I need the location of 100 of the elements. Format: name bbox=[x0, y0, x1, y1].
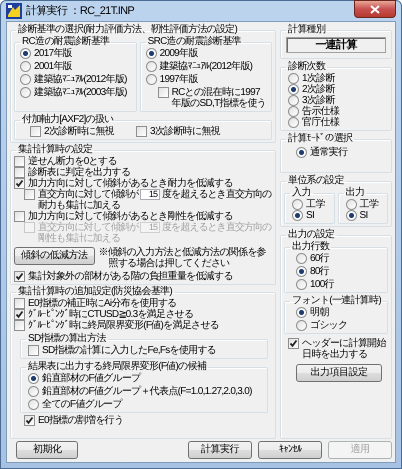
checkbox[interactable] bbox=[136, 126, 147, 137]
radio-label: 2次診断 bbox=[302, 84, 335, 95]
checkbox-label: 度を超えるとき直交方向の bbox=[162, 222, 272, 233]
radio-label: 2001年版 bbox=[34, 61, 72, 72]
radio-button[interactable] bbox=[20, 74, 31, 85]
radio-label: 工学 bbox=[306, 199, 325, 210]
radio-button[interactable] bbox=[288, 84, 299, 95]
radio-button[interactable] bbox=[146, 74, 157, 85]
radio-button[interactable] bbox=[296, 279, 307, 290]
radio-button[interactable] bbox=[346, 210, 356, 221]
app-icon bbox=[6, 3, 22, 19]
group-label: 結果表に出力する終局限界変形(F値)の候補 bbox=[27, 361, 208, 372]
group-label: 計算ﾓｰﾄﾞの選択 bbox=[287, 133, 354, 145]
checkbox[interactable] bbox=[14, 320, 25, 331]
checkbox[interactable] bbox=[14, 156, 25, 167]
radio-button[interactable] bbox=[28, 399, 39, 410]
group-label: 入力 bbox=[291, 187, 312, 199]
radio-button[interactable] bbox=[296, 307, 307, 318]
checkbox-label: RCとの混在時に1997年版のSD,T指標を使う bbox=[172, 87, 267, 109]
radio-label: 1次診断 bbox=[302, 73, 335, 84]
checkbox-label: 剛性も集計に加える bbox=[38, 233, 121, 244]
radio-label: 100行 bbox=[310, 279, 334, 290]
checkbox[interactable] bbox=[14, 309, 25, 320]
checkbox[interactable] bbox=[14, 298, 25, 309]
checkbox-label: 加力方向に対して傾斜があるとき耐力を低減する bbox=[28, 178, 233, 189]
group-label: 単位系の設定 bbox=[287, 175, 345, 186]
checkbox-label: 集計対象外の部材がある階の負担重量を低減する bbox=[28, 271, 233, 282]
radio-button[interactable] bbox=[296, 253, 307, 264]
checkbox[interactable] bbox=[288, 338, 299, 349]
radio-button[interactable] bbox=[28, 373, 39, 384]
radio-label: 60行 bbox=[310, 253, 330, 264]
radio-button[interactable] bbox=[146, 61, 157, 72]
radio-label: 工学 bbox=[360, 199, 378, 210]
group-label: SD指標の算出方法 bbox=[27, 333, 108, 344]
group-label: RC造の耐震診断基準 bbox=[21, 36, 110, 48]
radio-button[interactable] bbox=[146, 48, 157, 59]
group-label: 出力の設定 bbox=[287, 229, 336, 240]
radio-label: 2009年版 bbox=[160, 48, 198, 59]
group-label: 集計計算時の追加設定(防災協会基準) bbox=[17, 286, 174, 298]
checkbox-label: 診断表に判定を出力する bbox=[28, 167, 130, 178]
radio-label: 全てのF値グループ bbox=[42, 399, 122, 410]
radio-button[interactable] bbox=[20, 87, 31, 98]
group-label: 出力 bbox=[344, 187, 366, 199]
checkbox-label: 逆せん断力を0とする bbox=[28, 156, 117, 167]
radio-button[interactable] bbox=[292, 210, 303, 221]
checkbox[interactable] bbox=[14, 271, 25, 282]
radio-label: 明朝 bbox=[310, 307, 329, 318]
close-icon bbox=[370, 4, 380, 14]
radio-label: 告示仕様 bbox=[302, 106, 340, 117]
action-button[interactable]: ｷｬﾝｾﾙ bbox=[258, 441, 322, 459]
group-label: 診断次数 bbox=[287, 61, 326, 72]
group-label: 付加軸力[AXF2]の扱い bbox=[21, 114, 114, 126]
radio-button[interactable] bbox=[296, 266, 307, 277]
radio-label: 通常実行 bbox=[310, 147, 348, 158]
radio-label: 建築協ﾏﾆｭｱﾙ(2012年版) bbox=[34, 74, 127, 85]
checkbox[interactable] bbox=[158, 87, 169, 98]
checkbox[interactable] bbox=[14, 178, 25, 189]
radio-label: SI bbox=[306, 210, 314, 221]
radio-button[interactable] bbox=[296, 147, 307, 158]
angle-input-field[interactable]: 15 bbox=[140, 189, 160, 200]
checkbox-label: 耐力も集計に加える bbox=[38, 200, 120, 211]
radio-label: 3次診断 bbox=[302, 95, 335, 106]
radio-button[interactable] bbox=[292, 199, 303, 210]
checkbox-label: 加力方向に対して傾斜があるとき剛性を低減する bbox=[28, 211, 233, 222]
action-button[interactable]: 計算実行 bbox=[188, 441, 252, 459]
group-label: 出力行数 bbox=[291, 241, 330, 253]
radio-button[interactable] bbox=[28, 386, 39, 397]
reduction-method-button[interactable]: 傾斜の低減方法 bbox=[14, 247, 94, 265]
checkbox-label: 直交方向に対して傾斜が bbox=[38, 222, 138, 233]
radio-button[interactable] bbox=[288, 117, 299, 128]
radio-label: ゴシック bbox=[310, 320, 348, 331]
checkbox-label: ｸﾞﾙｰﾋﾟﾝｸﾞ時にCTUSD≧0.3を満足させる bbox=[28, 309, 194, 320]
radio-button[interactable] bbox=[20, 61, 31, 72]
radio-label: 鉛直部材のF値グループ bbox=[42, 373, 140, 384]
checkbox-label: E0指標の補正時にAi分布を使用する bbox=[28, 298, 177, 309]
checkbox-label: SD指標の計算に入力したFe,Fsを使用する bbox=[42, 345, 216, 356]
radio-label: 2017年版 bbox=[34, 48, 72, 59]
checkbox[interactable] bbox=[30, 126, 41, 137]
radio-label: 1997年版 bbox=[160, 74, 198, 85]
radio-label: 80行 bbox=[310, 266, 330, 277]
close-button[interactable] bbox=[354, 0, 396, 18]
radio-button[interactable] bbox=[288, 106, 299, 117]
checkbox[interactable] bbox=[14, 167, 25, 178]
checkbox[interactable] bbox=[14, 211, 25, 222]
radio-button[interactable] bbox=[288, 95, 299, 106]
checkbox[interactable] bbox=[24, 415, 35, 426]
radio-button[interactable] bbox=[296, 320, 307, 331]
radio-button[interactable] bbox=[346, 199, 356, 210]
group-label: フォント(一連計算時) bbox=[291, 295, 382, 306]
radio-button[interactable] bbox=[20, 48, 31, 59]
checkbox-label: 直交方向に対して傾斜が bbox=[38, 189, 138, 200]
checkbox-label: ヘッダーに計算開始日時を出力する bbox=[302, 338, 388, 360]
radio-button[interactable] bbox=[288, 73, 299, 84]
reset-button[interactable]: 初期化 bbox=[16, 441, 78, 459]
checkbox-label: ｸﾞﾙｰﾋﾟﾝｸﾞ時に終局限界変形(F値)を満足させる bbox=[28, 320, 219, 331]
group-label: 診断基準の選択(耐力評価方法、靭性評価方法の設定) bbox=[17, 24, 238, 36]
checkbox[interactable] bbox=[28, 345, 39, 356]
calc-type-field: 一連計算 bbox=[286, 37, 386, 53]
output-items-button[interactable]: 出力項目設定 bbox=[296, 364, 382, 382]
checkbox[interactable] bbox=[24, 189, 35, 200]
